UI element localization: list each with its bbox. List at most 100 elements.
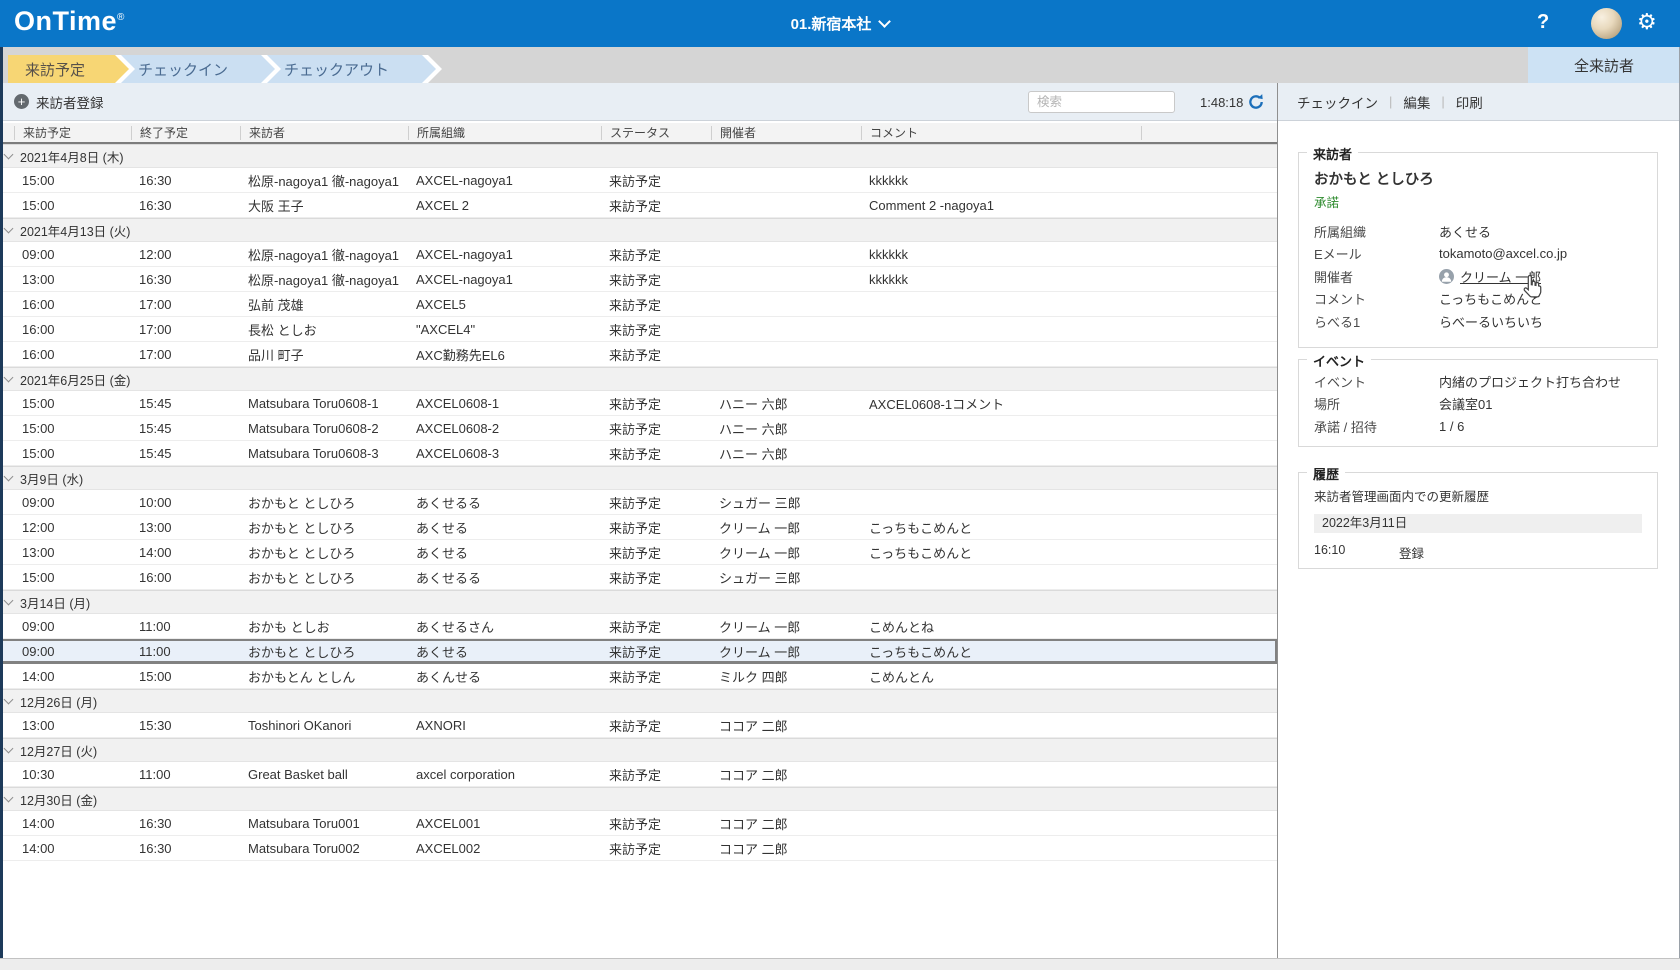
cell-visitor: 松原-nagoya1 徹-nagoya1	[240, 245, 408, 264]
print-action[interactable]: 印刷	[1456, 92, 1483, 112]
date-group-row[interactable]: 2021年4月8日 (木)	[0, 144, 1277, 168]
cell-start-time: 13:00	[14, 545, 131, 560]
column-header[interactable]: 来訪者	[240, 126, 408, 140]
location-selector[interactable]: 01.新宿本社	[0, 0, 1680, 47]
cell-host: ココア 二郎	[711, 765, 861, 784]
table-row[interactable]: 16:00 17:00 弘前 茂雄 AXCEL5 来訪予定	[0, 292, 1277, 317]
tab-checkout[interactable]: チェックアウト	[267, 55, 442, 83]
cell-visitor: 長松 としお	[240, 320, 408, 339]
cell-end-time: 10:00	[131, 495, 240, 510]
cell-start-time: 16:00	[14, 322, 131, 337]
field-label-host: 開催者	[1314, 267, 1439, 286]
user-avatar[interactable]	[1591, 8, 1622, 39]
table-row[interactable]: 12:00 13:00 おかもと としひろ あくせる 来訪予定 クリーム 一郎 …	[0, 515, 1277, 540]
table-row[interactable]: 15:00 15:45 Matsubara Toru0608-3 AXCEL06…	[0, 441, 1277, 466]
history-section: 履歴 来訪者管理画面内での更新履歴 2022年3月11日 16:10 登録	[1298, 472, 1658, 569]
location-label: 01.新宿本社	[791, 13, 872, 34]
checkin-action[interactable]: チェックイン	[1297, 92, 1378, 112]
panel-actions: チェックイン | 編集 | 印刷	[1297, 83, 1483, 120]
workflow-tabs: 来訪予定 チェックイン チェックアウト	[8, 55, 442, 83]
visitor-section: 来訪者 おかもと としひろ 承諾 所属組織 あくせる Eメール tokamoto…	[1298, 152, 1658, 348]
table-row[interactable]: 16:00 17:00 品川 町子 AXC勤務先EL6 来訪予定	[0, 342, 1277, 367]
host-link[interactable]: クリーム 一郎	[1460, 267, 1541, 286]
cell-start-time: 09:00	[14, 644, 131, 659]
column-header[interactable]: 終了予定	[131, 126, 240, 140]
cell-organization: AXCEL0608-2	[408, 421, 601, 436]
cell-status: 来訪予定	[601, 667, 711, 686]
cell-organization: AXCEL0608-3	[408, 446, 601, 461]
column-header[interactable]: 来訪予定	[14, 126, 131, 140]
search-input[interactable]	[1028, 91, 1175, 113]
field-label-org: 所属組織	[1314, 222, 1439, 241]
table-row[interactable]: 14:00 16:30 Matsubara Toru001 AXCEL001 来…	[0, 811, 1277, 836]
cell-status: 来訪予定	[601, 839, 711, 858]
cell-end-time: 16:30	[131, 272, 240, 287]
table-row[interactable]: 15:00 16:30 大阪 王子 AXCEL 2 来訪予定 Comment 2…	[0, 193, 1277, 218]
date-group-label: 12月30日 (金)	[20, 790, 97, 809]
table-row[interactable]: 16:00 17:00 長松 としお "AXCEL4" 来訪予定	[0, 317, 1277, 342]
cell-start-time: 14:00	[14, 841, 131, 856]
cell-start-time: 14:00	[14, 816, 131, 831]
table-row[interactable]: 14:00 16:30 Matsubara Toru002 AXCEL002 来…	[0, 836, 1277, 861]
cell-status: 来訪予定	[601, 245, 711, 264]
cell-organization: AXCEL5	[408, 297, 601, 312]
cell-end-time: 15:45	[131, 396, 240, 411]
date-group-row[interactable]: 12月27日 (火)	[0, 738, 1277, 762]
date-group-row[interactable]: 12月30日 (金)	[0, 787, 1277, 811]
table-row[interactable]: 09:00 12:00 松原-nagoya1 徹-nagoya1 AXCEL-n…	[0, 242, 1277, 267]
cell-host: ハニー 六郎	[711, 444, 861, 463]
table-row[interactable]: 13:00 16:30 松原-nagoya1 徹-nagoya1 AXCEL-n…	[0, 267, 1277, 292]
cell-organization: AXNORI	[408, 718, 601, 733]
table-row[interactable]: 13:00 15:30 Toshinori OKanori AXNORI 来訪予…	[0, 713, 1277, 738]
date-group-row[interactable]: 2021年4月13日 (火)	[0, 218, 1277, 242]
chevron-down-icon	[879, 15, 892, 28]
column-header[interactable]: 所属組織	[408, 126, 601, 140]
table-row[interactable]: 09:00 11:00 おかもと としひろ あくせる 来訪予定 クリーム 一郎 …	[0, 639, 1277, 664]
table-row[interactable]: 15:00 16:00 おかもと としひろ あくせるる 来訪予定 シュガー 三郎	[0, 565, 1277, 590]
tab-checkin[interactable]: チェックイン	[121, 55, 281, 83]
cell-organization: AXCEL 2	[408, 198, 601, 213]
window-bottom-strip	[0, 958, 1680, 970]
table-row[interactable]: 15:00 15:45 Matsubara Toru0608-1 AXCEL06…	[0, 391, 1277, 416]
cell-start-time: 13:00	[14, 718, 131, 733]
cell-end-time: 16:30	[131, 816, 240, 831]
refresh-clock: 1:48:18	[1200, 95, 1243, 110]
table-row[interactable]: 15:00 16:30 松原-nagoya1 徹-nagoya1 AXCEL-n…	[0, 168, 1277, 193]
date-group-row[interactable]: 3月9日 (水)	[0, 466, 1277, 490]
cell-visitor: Toshinori OKanori	[240, 718, 408, 733]
register-visitor-button[interactable]: + 来訪者登録	[14, 83, 104, 120]
cell-organization: あくせるさん	[408, 617, 601, 636]
table-body: 2021年4月8日 (木) 15:00 16:30 松原-nagoya1 徹-n…	[0, 144, 1277, 861]
tab-all-visitors[interactable]: 全来訪者	[1528, 47, 1680, 83]
column-header[interactable]: コメント	[861, 126, 1141, 140]
date-group-row[interactable]: 3月14日 (月)	[0, 590, 1277, 614]
date-group-row[interactable]: 2021年6月25日 (金)	[0, 367, 1277, 391]
table-row[interactable]: 13:00 14:00 おかもと としひろ あくせる 来訪予定 クリーム 一郎 …	[0, 540, 1277, 565]
settings-gear-icon[interactable]: ⚙	[1637, 9, 1657, 35]
help-button[interactable]: ?	[1537, 11, 1549, 34]
cell-comment: kkkkkk	[861, 272, 1141, 287]
column-header[interactable]: 開催者	[711, 126, 861, 140]
column-header[interactable]: ステータス	[601, 126, 711, 140]
cell-visitor: 松原-nagoya1 徹-nagoya1	[240, 171, 408, 190]
cell-start-time: 16:00	[14, 347, 131, 362]
field-label-accept-invite: 承諾 / 招待	[1314, 417, 1439, 436]
refresh-icon[interactable]	[1247, 93, 1265, 111]
table-row[interactable]: 14:00 15:00 おかもとん としん あくんせる 来訪予定 ミルク 四郎 …	[0, 664, 1277, 689]
table-row[interactable]: 15:00 15:45 Matsubara Toru0608-2 AXCEL06…	[0, 416, 1277, 441]
person-icon	[1439, 269, 1454, 284]
cell-status: 来訪予定	[601, 617, 711, 636]
history-entry-action: 登録	[1399, 543, 1424, 562]
history-section-legend: 履歴	[1307, 464, 1345, 483]
cell-end-time: 16:30	[131, 198, 240, 213]
edit-action[interactable]: 編集	[1403, 92, 1430, 112]
tab-visit-schedule[interactable]: 来訪予定	[8, 55, 135, 83]
cell-organization: AXCEL-nagoya1	[408, 272, 601, 287]
table-row[interactable]: 10:30 11:00 Great Basket ball axcel corp…	[0, 762, 1277, 787]
date-group-row[interactable]: 12月26日 (月)	[0, 689, 1277, 713]
cell-status: 来訪予定	[601, 493, 711, 512]
cell-visitor: Great Basket ball	[240, 767, 408, 782]
table-row[interactable]: 09:00 11:00 おかも としお あくせるさん 来訪予定 クリーム 一郎 …	[0, 614, 1277, 639]
table-row[interactable]: 09:00 10:00 おかもと としひろ あくせるる 来訪予定 シュガー 三郎	[0, 490, 1277, 515]
cell-organization: AXC勤務先EL6	[408, 345, 601, 364]
